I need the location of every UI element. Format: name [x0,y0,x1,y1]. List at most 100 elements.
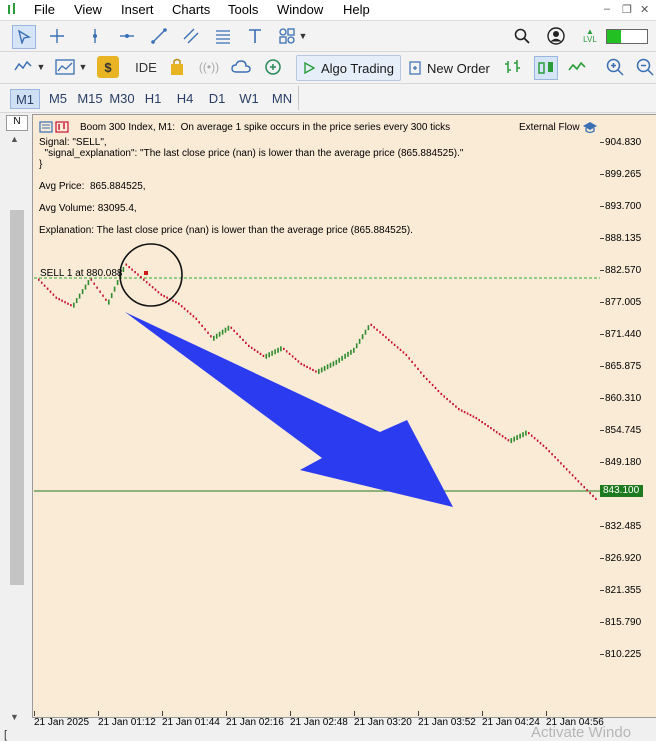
candle [367,325,370,331]
time-tick [290,711,291,716]
candle [154,288,157,291]
candle [64,301,66,304]
price-tick [600,558,604,559]
highlight-circle [119,243,183,307]
candle [466,412,469,415]
candle [417,367,419,370]
candle [274,349,276,355]
candle [277,347,279,353]
candle [309,367,311,370]
price-label: 899.265 [605,169,642,180]
candle [469,414,472,417]
price-tick [600,334,604,335]
candle [318,368,320,374]
candle [434,386,437,390]
price-tick [600,430,604,431]
candle [507,439,510,442]
candle [344,353,346,359]
external-flow-label[interactable]: External Flow [519,122,580,133]
candle [329,362,332,368]
candle [75,298,78,304]
time-tick [34,711,35,716]
candle [320,367,323,373]
candle [463,411,466,414]
candle [516,435,518,441]
price-tick [600,366,604,367]
candle [213,335,215,341]
candle [568,471,571,474]
candle [105,298,107,301]
candle [548,450,550,453]
candle [577,480,580,483]
candle [236,332,238,335]
price-label: 888.135 [605,233,642,244]
candle [189,312,192,315]
candle [455,405,457,408]
candle [475,417,478,420]
price-label: 893.700 [605,201,642,212]
candle [428,380,431,384]
candle [300,362,303,365]
candle [533,437,536,440]
time-label: 21 Jan 01:44 [162,717,220,728]
candle [215,333,218,339]
candle [297,360,300,363]
price-label: 860.310 [605,393,642,404]
chart-header: Boom 300 Index, M1: On average 1 spike o… [80,122,451,133]
time-tick [482,711,483,716]
candle [201,324,203,327]
candle [148,283,151,286]
candle [504,437,507,440]
time-tick [98,711,99,716]
time-label: 21 Jan 03:52 [418,717,476,728]
time-tick [418,711,419,716]
chart-properties-icon[interactable] [39,121,69,136]
candle [408,357,410,360]
candle [425,377,428,381]
candle [458,408,460,411]
candle [166,296,168,299]
candle [487,425,489,428]
candle [583,486,585,489]
candle [405,353,408,356]
candle [347,351,349,357]
candle [545,447,548,450]
candle [268,352,270,358]
candle [589,492,591,495]
price-label: 832.485 [605,521,642,532]
candle [481,421,483,424]
candle [108,299,110,305]
candle [87,280,90,286]
candle [557,459,559,462]
candle [539,442,542,445]
candle [315,370,317,373]
price-label: 865.875 [605,361,642,372]
signal-line-1: Signal: "SELL", [39,137,107,148]
time-label: 21 Jan 02:48 [290,717,348,728]
activate-windows-watermark: Activate Windo [531,724,632,741]
candle [61,299,63,302]
candle [522,432,524,438]
price-chart [34,243,600,507]
candle [472,415,475,418]
candle [452,403,454,406]
candle [390,341,393,344]
candle [385,336,387,339]
candle [116,280,119,286]
candle [227,325,230,331]
time-tick [546,711,547,716]
candle [55,296,58,299]
candle [283,347,285,350]
candle [312,368,314,372]
signal-line-3: } [39,159,43,170]
candle [58,298,60,301]
candle [373,326,375,329]
candle [253,348,256,351]
candle [370,323,373,326]
price-label: 877.005 [605,297,642,308]
price-label: 882.570 [605,265,642,276]
candle [271,350,273,356]
candle [519,433,521,439]
price-label: 854.745 [605,425,642,436]
candle [248,344,250,347]
